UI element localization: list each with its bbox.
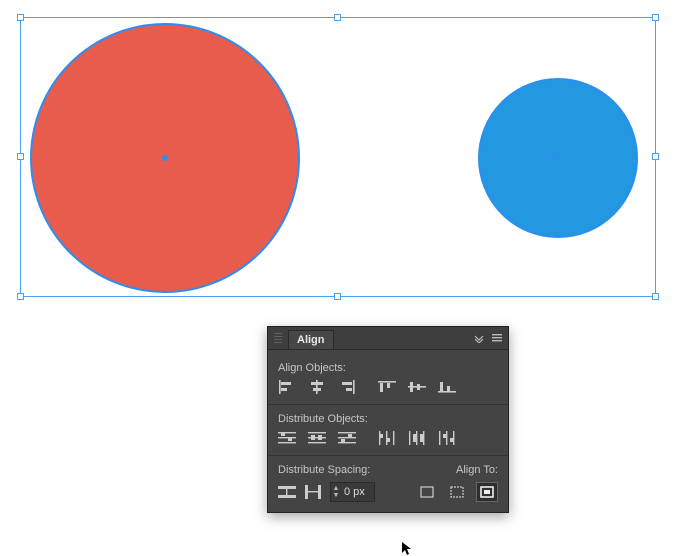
selection-handle-icon[interactable] bbox=[334, 293, 341, 300]
red-circle[interactable] bbox=[30, 23, 300, 293]
align-bottom-icon[interactable] bbox=[438, 380, 456, 394]
align-to-artboard-icon[interactable] bbox=[416, 482, 438, 502]
align-panel[interactable]: Align Align Objects: bbox=[267, 326, 509, 513]
blue-circle[interactable] bbox=[478, 78, 638, 238]
align-objects-label: Align Objects: bbox=[278, 362, 498, 374]
divider bbox=[268, 455, 508, 456]
divider bbox=[268, 404, 508, 405]
align-hcenter-icon[interactable] bbox=[308, 380, 326, 394]
selection-handle-icon[interactable] bbox=[652, 14, 659, 21]
distribute-hcenter-icon[interactable] bbox=[408, 431, 426, 445]
distribute-vcenter-icon[interactable] bbox=[308, 431, 326, 445]
distribute-hspacing-icon[interactable] bbox=[304, 485, 322, 499]
stepper-arrows-icon[interactable]: ▲▼ bbox=[331, 485, 341, 499]
align-top-icon[interactable] bbox=[378, 380, 396, 394]
distribute-bottom-icon[interactable] bbox=[338, 431, 356, 445]
distribute-spacing-label: Distribute Spacing: bbox=[278, 464, 370, 476]
distribute-right-icon[interactable] bbox=[438, 431, 456, 445]
collapse-panel-icon[interactable] bbox=[472, 331, 486, 345]
selection-handle-icon[interactable] bbox=[17, 14, 24, 21]
spacing-value: 0 px bbox=[344, 486, 370, 498]
spacing-value-field[interactable]: ▲▼ 0 px bbox=[330, 482, 375, 502]
selection-handle-icon[interactable] bbox=[652, 293, 659, 300]
align-right-icon[interactable] bbox=[338, 380, 356, 394]
align-left-icon[interactable] bbox=[278, 380, 296, 394]
selection-handle-icon[interactable] bbox=[652, 153, 659, 160]
anchor-center-icon bbox=[555, 155, 561, 161]
align-vcenter-icon[interactable] bbox=[408, 380, 426, 394]
distribute-top-icon[interactable] bbox=[278, 431, 296, 445]
panel-grip-icon[interactable] bbox=[274, 333, 282, 343]
align-to-key-object-icon[interactable] bbox=[476, 482, 498, 502]
distribute-objects-label: Distribute Objects: bbox=[278, 413, 498, 425]
align-to-label: Align To: bbox=[456, 464, 498, 476]
panel-tab-align[interactable]: Align bbox=[288, 330, 334, 349]
selection-handle-icon[interactable] bbox=[17, 293, 24, 300]
anchor-center-icon bbox=[162, 155, 168, 161]
align-to-selection-icon[interactable] bbox=[446, 482, 468, 502]
selection-handle-icon[interactable] bbox=[334, 14, 341, 21]
selection-handle-icon[interactable] bbox=[17, 153, 24, 160]
distribute-vspacing-icon[interactable] bbox=[278, 485, 296, 499]
panel-menu-icon[interactable] bbox=[490, 331, 504, 345]
panel-tabbar[interactable]: Align bbox=[268, 327, 508, 350]
distribute-left-icon[interactable] bbox=[378, 431, 396, 445]
